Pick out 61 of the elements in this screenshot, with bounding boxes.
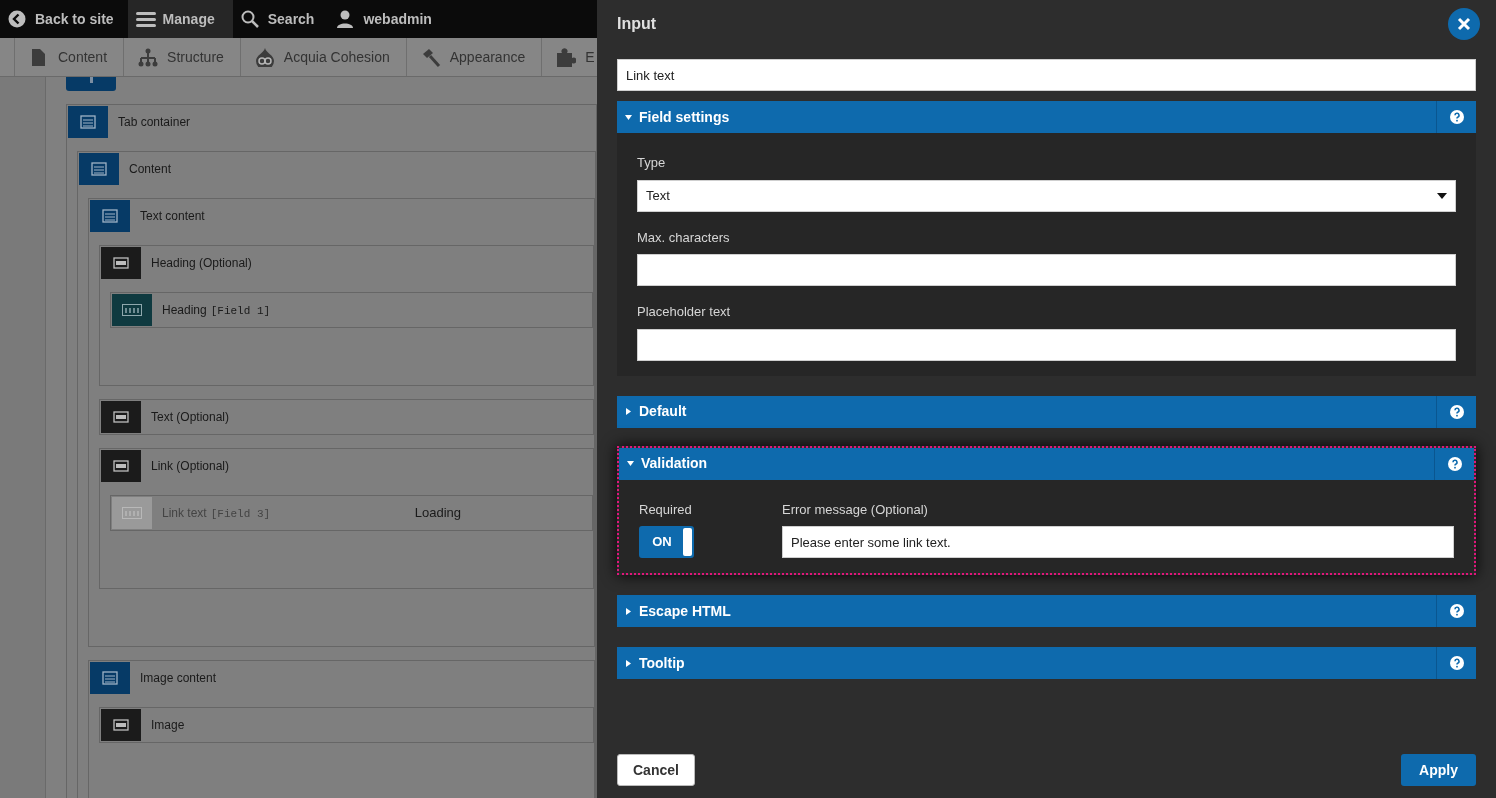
admin-menu-link[interactable]: Acquia Cohesion: [239, 38, 406, 76]
toolbar-tab[interactable]: webadmin: [328, 0, 446, 38]
help-icon: [1449, 604, 1464, 618]
admin-menu-link[interactable]: Content: [14, 38, 124, 76]
search-icon: [240, 9, 261, 29]
element-label: Text (Optional): [151, 409, 230, 426]
caret-right-icon: [625, 659, 632, 667]
text-field[interactable]: [637, 254, 1456, 286]
panel-title: Input: [617, 14, 657, 34]
close-icon: [1457, 17, 1471, 31]
caret-down-icon: [625, 113, 632, 121]
type-select[interactable]: Text: [637, 179, 1456, 212]
element-label: Tab container: [118, 114, 191, 131]
back-circle-icon: [8, 9, 28, 29]
admin-menu-link[interactable]: Appearance: [405, 38, 542, 76]
caret-right-icon: [625, 408, 632, 415]
caret-down-icon: [627, 460, 634, 467]
cancel-button[interactable]: Cancel: [617, 754, 695, 786]
toolbar-tab[interactable]: Search: [232, 0, 329, 38]
slot-icon: [101, 247, 141, 279]
slot-icon: [101, 401, 141, 433]
element-label: Heading [Field 1]: [162, 301, 271, 319]
sitemap-icon: [138, 47, 159, 67]
element-label: Text content: [140, 208, 205, 225]
toolbar-tab[interactable]: Manage: [127, 0, 233, 38]
field-label: Required: [639, 500, 693, 519]
slot-icon: [101, 450, 141, 482]
field-label: Type: [637, 154, 667, 172]
element-label: Link (Optional): [151, 458, 230, 475]
drop-logo-icon: [254, 47, 275, 67]
field-label: Max. characters: [637, 228, 731, 247]
container-icon: [79, 153, 119, 185]
help-icon: [1449, 656, 1464, 670]
admin-menu-link[interactable]: Structure: [123, 38, 240, 76]
container-icon: [68, 106, 108, 138]
field-label: Placeholder text: [637, 303, 732, 321]
loading-text: Loading: [414, 504, 461, 523]
help-icon: [1449, 110, 1464, 124]
toggle-switch[interactable]: ON: [639, 526, 694, 558]
element-label: Link text [Field 3]: [162, 504, 271, 522]
apply-button[interactable]: Apply: [1401, 754, 1476, 786]
field-label: Error message (Optional): [782, 500, 929, 519]
element-label: Content: [129, 161, 172, 178]
menu-icon: [135, 9, 156, 29]
element-name-field[interactable]: Link text: [617, 59, 1476, 91]
container-icon: [90, 662, 130, 694]
element-label: Heading (Optional): [151, 255, 252, 272]
puzzle-icon: [556, 47, 577, 67]
help-icon: [1447, 456, 1462, 471]
close-button[interactable]: [1448, 8, 1480, 40]
toolbar-tab[interactable]: Back to site: [0, 0, 128, 38]
slot-icon: [101, 709, 141, 741]
text-field[interactable]: [637, 328, 1456, 361]
element-label: Image content: [140, 670, 217, 687]
help-icon: [1449, 404, 1464, 419]
text-field[interactable]: Please enter some link text.: [782, 526, 1454, 558]
add-element-button[interactable]: [66, 77, 116, 91]
caret-right-icon: [625, 607, 632, 615]
container-icon: [90, 200, 130, 232]
element-label: Image: [151, 717, 185, 734]
caret-down-icon: [1437, 192, 1447, 199]
